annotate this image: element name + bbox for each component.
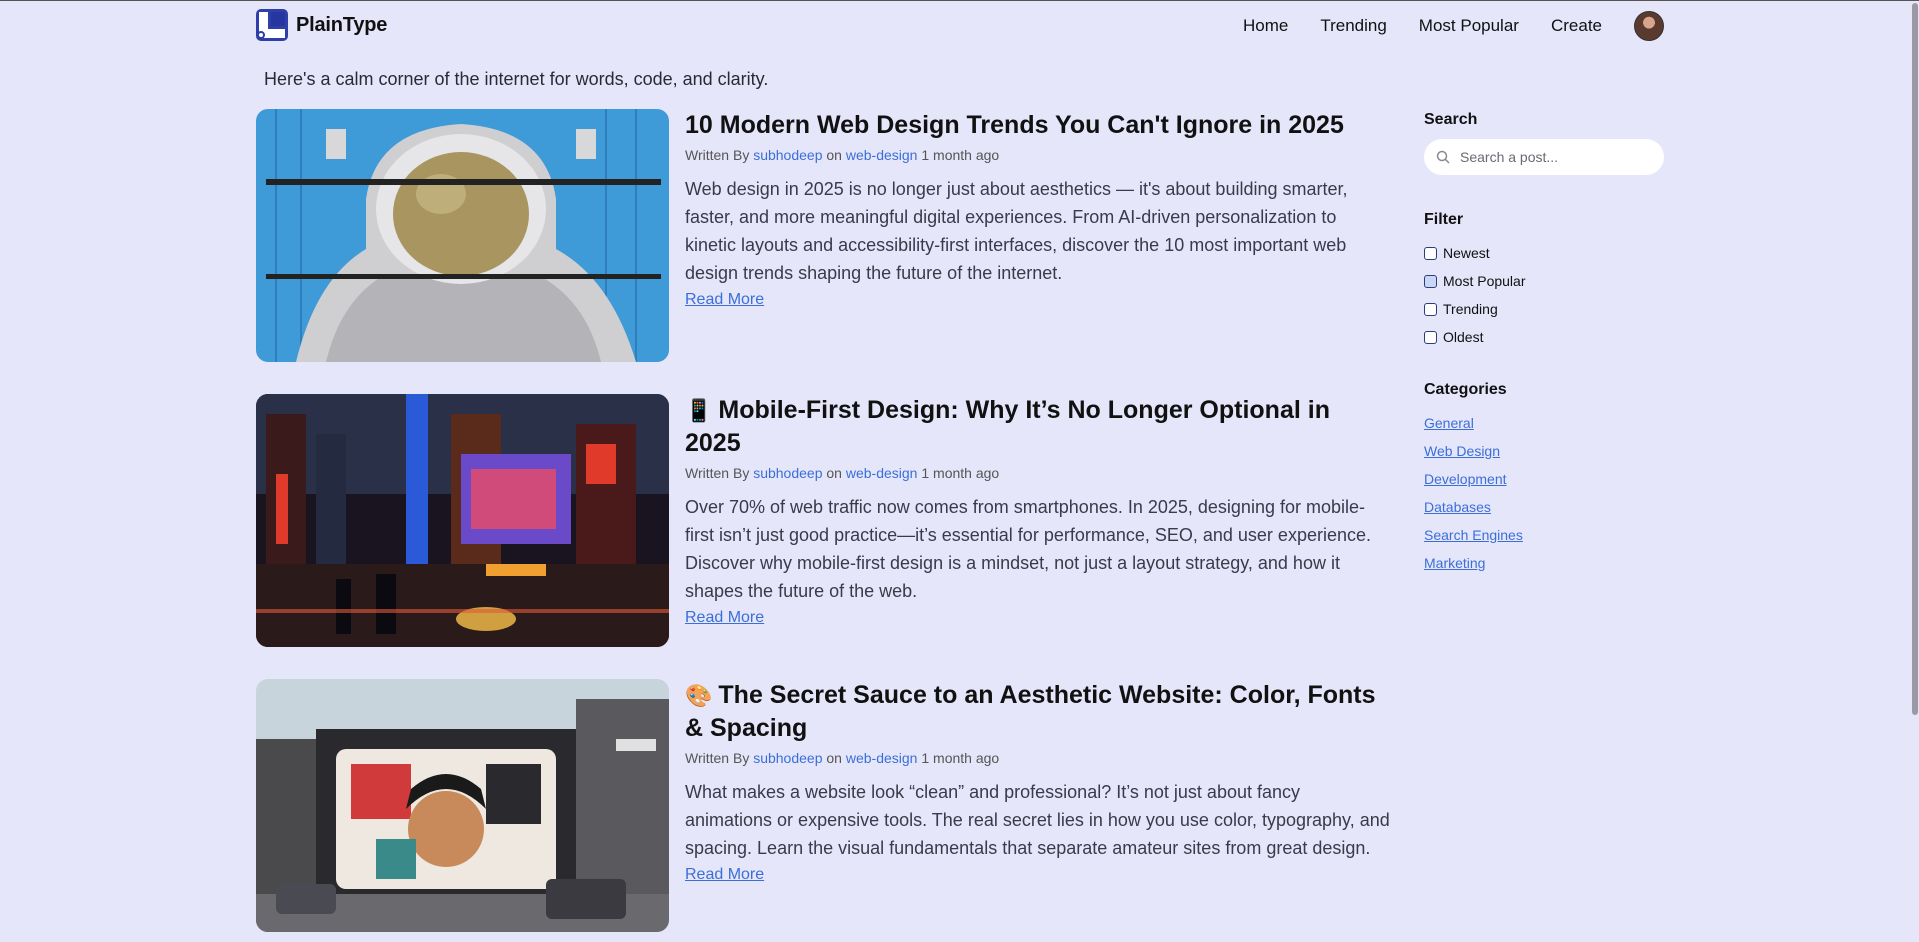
meta-on: on <box>826 750 842 766</box>
author-link[interactable]: subhodeep <box>753 147 822 163</box>
checkbox[interactable] <box>1424 246 1437 260</box>
post-meta: Written By subhodeep on web-design 1 mon… <box>685 145 1390 165</box>
post-image-city-night-street[interactable] <box>256 394 669 647</box>
post-title-link[interactable]: 🎨 The Secret Sauce to an Aesthetic Websit… <box>685 679 1390 744</box>
filter-label: Newest <box>1443 245 1490 261</box>
post-time: 1 month ago <box>921 465 1000 481</box>
nav-most-popular[interactable]: Most Popular <box>1419 16 1519 36</box>
author-link[interactable]: subhodeep <box>753 465 822 481</box>
post-image-astronaut-mural[interactable] <box>256 109 669 362</box>
checkbox[interactable] <box>1424 302 1437 316</box>
post-title-text: Mobile-First Design: Why It’s No Longer … <box>685 396 1330 457</box>
user-avatar[interactable] <box>1634 11 1664 41</box>
read-more-link[interactable]: Read More <box>685 866 764 884</box>
filter-label: Oldest <box>1443 329 1484 345</box>
post-body: 🎨 The Secret Sauce to an Aesthetic Websit… <box>685 679 1390 884</box>
filter-label: Most Popular <box>1443 273 1526 289</box>
meta-written-by: Written By <box>685 465 750 481</box>
read-more-link[interactable]: Read More <box>685 291 764 309</box>
sidebar: Search Filter Newest Most Popular Trendi… <box>1424 111 1666 577</box>
author-link[interactable]: subhodeep <box>753 750 822 766</box>
scrollbar-thumb[interactable] <box>1912 3 1918 715</box>
post-title-text: The Secret Sauce to an Aesthetic Website… <box>685 681 1376 742</box>
post-title-link[interactable]: 📱 Mobile-First Design: Why It’s No Longer… <box>685 394 1390 459</box>
meta-written-by: Written By <box>685 147 750 163</box>
brand-logo-icon <box>256 9 288 41</box>
filter-most-popular[interactable]: Most Popular <box>1424 267 1666 295</box>
categories-heading: Categories <box>1424 381 1507 398</box>
search-box[interactable] <box>1424 139 1664 175</box>
post-time: 1 month ago <box>921 750 1000 766</box>
category-web-design[interactable]: Web Design <box>1424 437 1666 465</box>
post-excerpt: Over 70% of web traffic now comes from s… <box>685 497 1371 601</box>
post-time: 1 month ago <box>921 147 1000 163</box>
filter-trending[interactable]: Trending <box>1424 295 1666 323</box>
filter-heading: Filter <box>1424 211 1464 228</box>
post-image-street-mural[interactable] <box>256 679 669 932</box>
search-input[interactable] <box>1458 148 1652 166</box>
filter-newest[interactable]: Newest <box>1424 239 1666 267</box>
meta-written-by: Written By <box>685 750 750 766</box>
category-general[interactable]: General <box>1424 409 1666 437</box>
filter-section: Filter Newest Most Popular Trending Olde… <box>1424 211 1666 351</box>
filter-oldest[interactable]: Oldest <box>1424 323 1666 351</box>
phone-emoji-icon: 📱 <box>685 398 713 423</box>
nav-home[interactable]: Home <box>1243 16 1288 36</box>
search-heading: Search <box>1424 111 1478 128</box>
main-nav: Home Trending Most Popular Create <box>1243 9 1664 43</box>
brand-name: PlainType <box>296 13 388 36</box>
post-excerpt: What makes a website look “clean” and pr… <box>685 782 1390 858</box>
nav-create[interactable]: Create <box>1551 16 1602 36</box>
category-databases[interactable]: Databases <box>1424 493 1666 521</box>
checkbox[interactable] <box>1424 274 1437 288</box>
meta-on: on <box>826 465 842 481</box>
category-link[interactable]: web-design <box>846 465 918 481</box>
post-meta: Written By subhodeep on web-design 1 mon… <box>685 463 1390 483</box>
post-excerpt: Web design in 2025 is no longer just abo… <box>685 179 1348 283</box>
category-link[interactable]: web-design <box>846 147 918 163</box>
post-title-link[interactable]: 10 Modern Web Design Trends You Can't Ig… <box>685 109 1390 141</box>
category-development[interactable]: Development <box>1424 465 1666 493</box>
nav-trending[interactable]: Trending <box>1320 16 1386 36</box>
search-icon <box>1436 150 1450 164</box>
palette-emoji-icon: 🎨 <box>685 683 713 708</box>
checkbox[interactable] <box>1424 330 1437 344</box>
post-body: 10 Modern Web Design Trends You Can't Ig… <box>685 109 1390 309</box>
post-meta: Written By subhodeep on web-design 1 mon… <box>685 748 1390 768</box>
category-search-engines[interactable]: Search Engines <box>1424 521 1666 549</box>
post-body: 📱 Mobile-First Design: Why It’s No Longer… <box>685 394 1390 627</box>
categories-section: Categories General Web Design Developmen… <box>1424 381 1666 577</box>
page-scrollbar[interactable] <box>1910 1 1919 942</box>
meta-on: on <box>826 147 842 163</box>
site-tagline: Here's a calm corner of the internet for… <box>264 69 769 89</box>
brand-logo-link[interactable]: PlainType <box>256 9 387 41</box>
category-marketing[interactable]: Marketing <box>1424 549 1666 577</box>
read-more-link[interactable]: Read More <box>685 609 764 627</box>
filter-label: Trending <box>1443 301 1498 317</box>
site-header: PlainType Home Trending Most Popular Cre… <box>256 9 1664 45</box>
category-link[interactable]: web-design <box>846 750 918 766</box>
